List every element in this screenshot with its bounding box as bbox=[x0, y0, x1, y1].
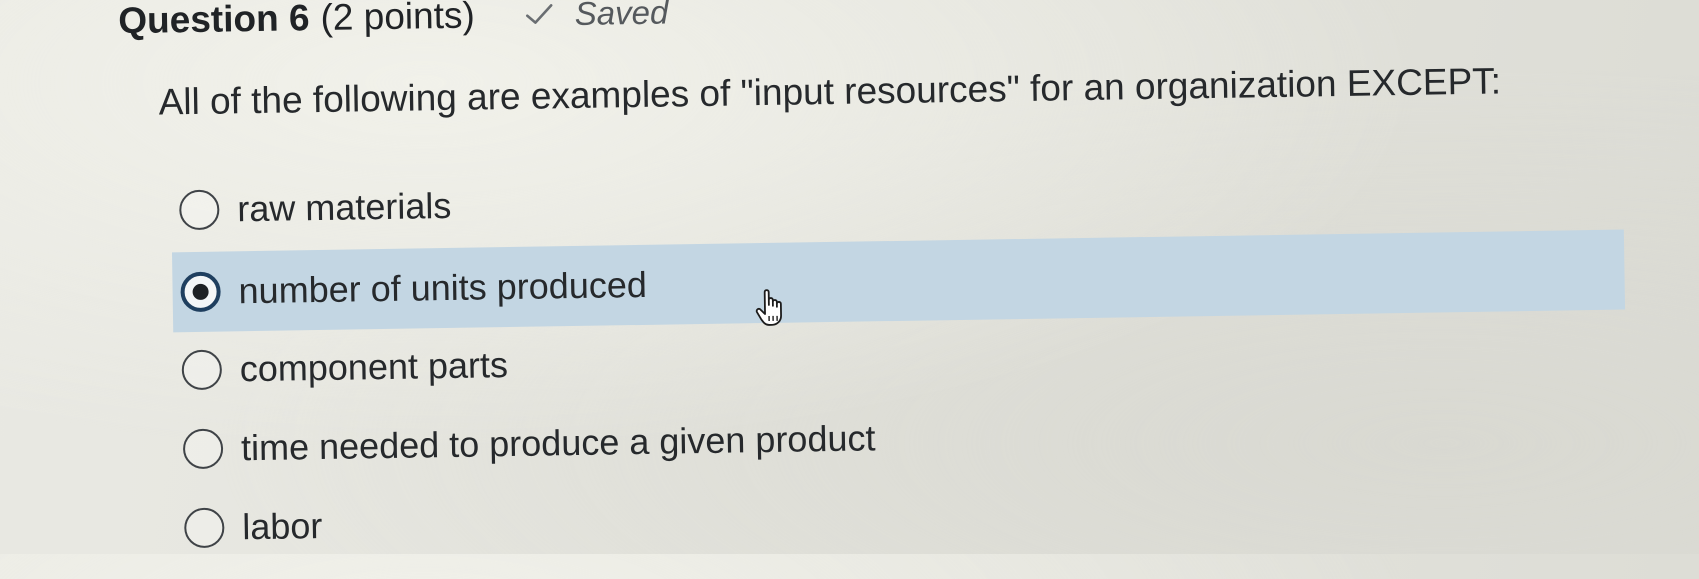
question-number: Question 6 bbox=[118, 0, 310, 42]
radio-button-selected[interactable] bbox=[180, 271, 221, 313]
hand-pointer-icon bbox=[755, 288, 790, 329]
answer-option-label: number of units produced bbox=[238, 263, 648, 312]
quiz-page: Question 6 (2 points) Saved All of the f… bbox=[0, 0, 1699, 554]
radio-button[interactable] bbox=[184, 507, 225, 549]
radio-button[interactable] bbox=[181, 349, 223, 391]
question-points: (2 points) bbox=[320, 0, 476, 38]
answer-option-label: time needed to produce a given product bbox=[240, 417, 876, 469]
answer-option-label: labor bbox=[241, 505, 323, 548]
answer-option-label: raw materials bbox=[236, 184, 452, 230]
answer-option-label: component parts bbox=[239, 344, 509, 390]
check-icon bbox=[525, 2, 555, 26]
question-text: All of the following are examples of "in… bbox=[158, 60, 1502, 123]
radio-button[interactable] bbox=[182, 428, 224, 470]
saved-label: Saved bbox=[574, 0, 669, 32]
radio-button[interactable] bbox=[179, 189, 220, 231]
answer-option-raw-materials[interactable]: raw materials bbox=[173, 157, 1624, 242]
save-status: Saved bbox=[524, 0, 669, 34]
answer-options: raw materials number of units produced c… bbox=[171, 157, 1629, 577]
answer-option-component-parts[interactable]: component parts bbox=[175, 317, 1626, 402]
answer-option-time-needed[interactable]: time needed to produce a given product bbox=[177, 396, 1628, 481]
answer-option-labor[interactable]: labor bbox=[178, 474, 1629, 559]
question-header: Question 6 (2 points) Saved bbox=[118, 0, 669, 42]
answer-option-number-of-units-produced[interactable]: number of units produced bbox=[171, 229, 1626, 333]
